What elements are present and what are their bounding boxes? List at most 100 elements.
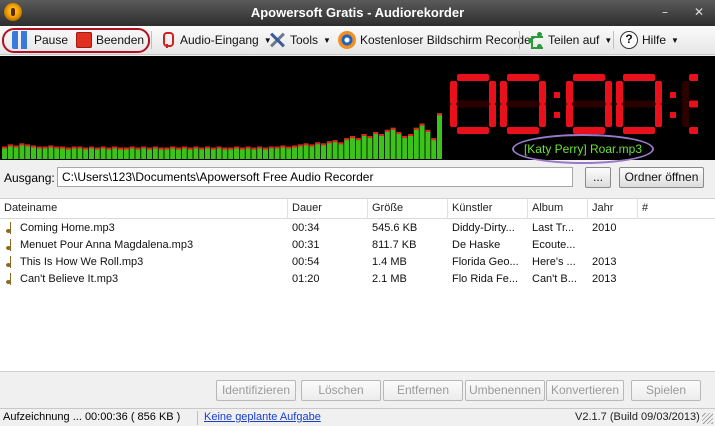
timer-segment	[623, 100, 655, 108]
level-peak	[245, 146, 251, 149]
level-bar	[408, 134, 413, 159]
timer-colon	[554, 112, 560, 118]
column-header-size[interactable]: Größe	[368, 199, 448, 219]
file-list[interactable]: Dateiname Dauer Größe Künstler Album Jah…	[0, 198, 715, 372]
level-peak	[25, 144, 31, 147]
timer-segment	[655, 104, 662, 127]
timer-segment	[507, 100, 539, 108]
screen-recorder-button[interactable]: Kostenloser Bildschirm Recorder	[338, 29, 535, 51]
chevron-down-icon: ▼	[323, 35, 331, 45]
help-menu[interactable]: ? Hilfe ▼	[620, 29, 679, 51]
pause-stop-highlight	[2, 28, 150, 53]
version-label: V2.1.7 (Build 09/03/2013)	[575, 411, 700, 423]
scheduled-task-link[interactable]: Keine geplante Aufgabe	[204, 411, 321, 423]
timer-segment	[457, 74, 489, 81]
level-peak	[147, 147, 152, 150]
level-peak	[71, 146, 77, 149]
output-path-field[interactable]: C:\Users\123\Documents\Apowersoft Free A…	[57, 167, 573, 187]
microphone-icon	[158, 31, 176, 49]
level-peak	[402, 136, 408, 139]
column-header-number[interactable]: #	[638, 199, 715, 219]
level-bar	[402, 136, 408, 159]
cell-duration: 00:31	[292, 239, 320, 251]
level-peak	[413, 127, 419, 130]
open-folder-button[interactable]: Ordner öffnen	[619, 167, 704, 188]
close-button[interactable]: ✕	[688, 3, 710, 21]
column-header-year[interactable]: Jahr	[588, 199, 638, 219]
level-peak	[13, 145, 19, 148]
level-peak	[7, 144, 13, 147]
level-bar	[292, 145, 297, 159]
cell-artist: Florida Geo...	[452, 256, 519, 268]
level-peak	[228, 147, 234, 150]
column-header-artist[interactable]: Künstler	[448, 199, 528, 219]
convert-button[interactable]: Konvertieren	[546, 380, 624, 401]
level-peak	[222, 147, 228, 150]
identify-button[interactable]: Identifizieren	[216, 380, 296, 401]
level-peak	[373, 131, 379, 134]
level-peak	[94, 147, 100, 150]
level-peak	[367, 136, 373, 139]
level-bar	[344, 138, 350, 159]
cell-year: 2010	[592, 222, 617, 234]
level-peak	[309, 144, 315, 147]
level-bar	[19, 143, 25, 159]
toolbar-separator	[519, 31, 520, 49]
level-peak	[379, 134, 384, 137]
timer-segment	[573, 74, 605, 81]
cell-size: 811.7 KB	[372, 239, 417, 251]
rename-button[interactable]: Umbenennen	[465, 380, 545, 401]
level-bar	[280, 145, 286, 159]
table-row[interactable]: Can't Believe It.mp3 01:20 2.1 MB Flo Rida …	[0, 271, 715, 288]
remove-button[interactable]: Entfernen	[383, 380, 463, 401]
audio-level-meter	[2, 113, 442, 159]
timer-segment	[682, 81, 689, 104]
column-header-name[interactable]: Dateiname	[0, 199, 288, 219]
level-peak	[83, 147, 89, 150]
share-menu[interactable]: Teilen auf ▼	[526, 29, 612, 51]
level-bar	[31, 145, 36, 159]
level-peak	[315, 142, 321, 145]
level-bar	[332, 140, 338, 159]
timer-segment	[457, 127, 489, 134]
play-button[interactable]: Spielen	[631, 380, 701, 401]
cell-album: Ecoute...	[532, 239, 576, 251]
browse-button[interactable]: ...	[585, 167, 611, 188]
table-row[interactable]: Menuet Pour Anna Magdalena.mp3 00:31 811.7…	[0, 237, 715, 254]
audio-input-menu[interactable]: Audio-Eingang ▼	[158, 29, 272, 51]
column-header-duration[interactable]: Dauer	[288, 199, 368, 219]
table-row[interactable]: This Is How We Roll.mp3 00:54 1.4 MB Florid…	[0, 254, 715, 271]
level-peak	[100, 146, 106, 149]
resize-grip-icon[interactable]	[702, 413, 713, 424]
window-title: Apowersoft Gratis - Audiorekorder	[250, 5, 465, 20]
cell-duration: 01:20	[292, 273, 320, 285]
level-peak	[425, 129, 431, 132]
tools-menu[interactable]: Tools ▼	[268, 29, 331, 51]
table-row[interactable]: Coming Home.mp3 00:34 545.6 KB Diddy-Dirty.…	[0, 220, 715, 237]
cell-year: 2013	[592, 273, 617, 285]
level-peak	[338, 142, 344, 145]
level-peak	[431, 138, 437, 141]
level-bar	[425, 129, 431, 159]
timer-segment	[507, 127, 539, 134]
level-peak	[297, 144, 303, 147]
level-bar	[7, 144, 13, 159]
level-bar	[373, 131, 379, 159]
timer-segment	[655, 81, 662, 104]
timer-segment	[450, 104, 457, 127]
cell-size: 545.6 KB	[372, 222, 418, 234]
level-peak	[292, 145, 297, 148]
level-peak	[65, 147, 71, 150]
cell-album: Last Tr...	[532, 222, 575, 234]
column-header-album[interactable]: Album	[528, 199, 588, 219]
output-label: Ausgang:	[4, 171, 55, 185]
cell-artist: De Haske	[452, 239, 501, 251]
screen-recorder-icon	[338, 31, 356, 49]
delete-button[interactable]: Löschen	[301, 380, 381, 401]
cell-year	[588, 237, 638, 254]
level-bar	[309, 144, 315, 159]
timer-segment	[489, 81, 496, 104]
title-bar[interactable]: Apowersoft Gratis - Audiorekorder – ✕	[0, 0, 715, 26]
level-peak	[112, 146, 118, 149]
minimize-button[interactable]: –	[654, 3, 676, 21]
